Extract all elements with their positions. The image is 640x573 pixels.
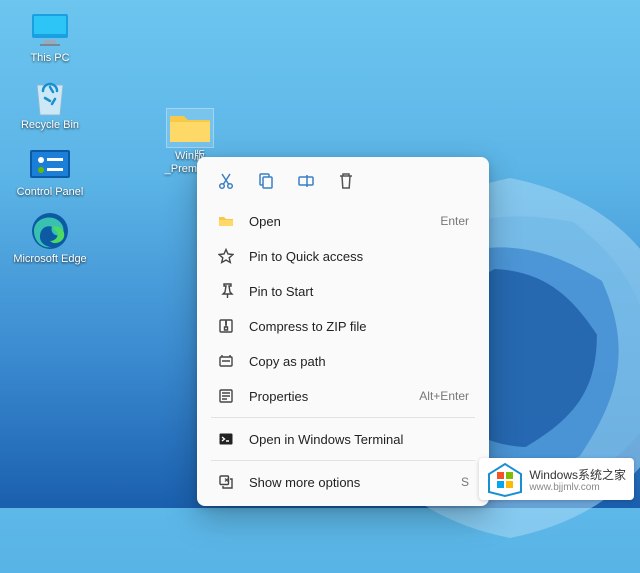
context-menu-item-compress-zip[interactable]: Compress to ZIP file [205, 309, 481, 343]
path-icon [217, 352, 235, 370]
desktop-icon-control-panel[interactable]: Control Panel [10, 144, 90, 199]
context-menu-item-pin-quick-access[interactable]: Pin to Quick access [205, 239, 481, 273]
copy-icon [257, 172, 275, 193]
context-menu-item-open-terminal[interactable]: Open in Windows Terminal [205, 422, 481, 456]
desktop[interactable]: This PC Recycle Bin Control Panel Micros… [0, 0, 640, 508]
pin-icon [217, 282, 235, 300]
desktop-icon-label: Microsoft Edge [13, 253, 86, 266]
rename-icon [297, 172, 315, 193]
context-menu-item-accelerator: Enter [440, 214, 469, 228]
control-panel-icon [26, 144, 74, 184]
context-menu-toolbar [201, 163, 485, 203]
context-menu-item-label: Copy as path [249, 354, 469, 369]
context-menu-separator [211, 417, 475, 418]
context-menu-item-label: Compress to ZIP file [249, 319, 469, 334]
context-menu: OpenEnter Pin to Quick access Pin to Start… [197, 157, 489, 506]
context-menu-item-accelerator: S [461, 475, 469, 489]
recycle-bin-icon [26, 77, 74, 117]
monitor-icon [26, 10, 74, 50]
desktop-icon-label: Control Panel [17, 186, 84, 199]
rename-button[interactable] [289, 167, 323, 197]
edge-icon [26, 211, 74, 251]
delete-icon [337, 172, 355, 193]
context-menu-item-label: Pin to Start [249, 284, 469, 299]
terminal-icon [217, 430, 235, 448]
context-menu-item-open[interactable]: OpenEnter [205, 204, 481, 238]
folder-icon [166, 108, 214, 148]
watermark-badge: Windows系统之家 www.bjjmlv.com [479, 458, 634, 500]
desktop-icon-recycle-bin[interactable]: Recycle Bin [10, 77, 90, 132]
cut-icon [217, 172, 235, 193]
context-menu-item-show-more[interactable]: Show more optionsS [205, 465, 481, 499]
context-menu-item-accelerator: Alt+Enter [419, 389, 469, 403]
context-menu-item-label: Pin to Quick access [249, 249, 469, 264]
star-icon [217, 247, 235, 265]
context-menu-item-properties[interactable]: PropertiesAlt+Enter [205, 379, 481, 413]
desktop-icon-this-pc[interactable]: This PC [10, 10, 90, 65]
watermark-url: www.bjjmlv.com [529, 482, 626, 493]
context-menu-item-label: Open in Windows Terminal [249, 432, 469, 447]
context-menu-item-pin-start[interactable]: Pin to Start [205, 274, 481, 308]
desktop-icon-microsoft-edge[interactable]: Microsoft Edge [10, 211, 90, 266]
windows-logo-icon [487, 462, 523, 498]
watermark-title: Windows系统之家 [529, 468, 626, 482]
copy-button[interactable] [249, 167, 283, 197]
watermark-text: Windows系统之家 www.bjjmlv.com [529, 468, 626, 493]
folder-icon [217, 212, 235, 230]
desktop-icon-label: This PC [30, 52, 69, 65]
context-menu-item-label: Open [249, 214, 440, 229]
context-menu-item-label: Show more options [249, 475, 461, 490]
zip-icon [217, 317, 235, 335]
context-menu-item-copy-as-path[interactable]: Copy as path [205, 344, 481, 378]
context-menu-item-label: Properties [249, 389, 419, 404]
desktop-icon-label: Recycle Bin [21, 119, 79, 132]
properties-icon [217, 387, 235, 405]
desktop-icons-column: This PC Recycle Bin Control Panel Micros… [10, 10, 90, 266]
context-menu-separator [211, 460, 475, 461]
cut-button[interactable] [209, 167, 243, 197]
more-icon [217, 473, 235, 491]
delete-button[interactable] [329, 167, 363, 197]
